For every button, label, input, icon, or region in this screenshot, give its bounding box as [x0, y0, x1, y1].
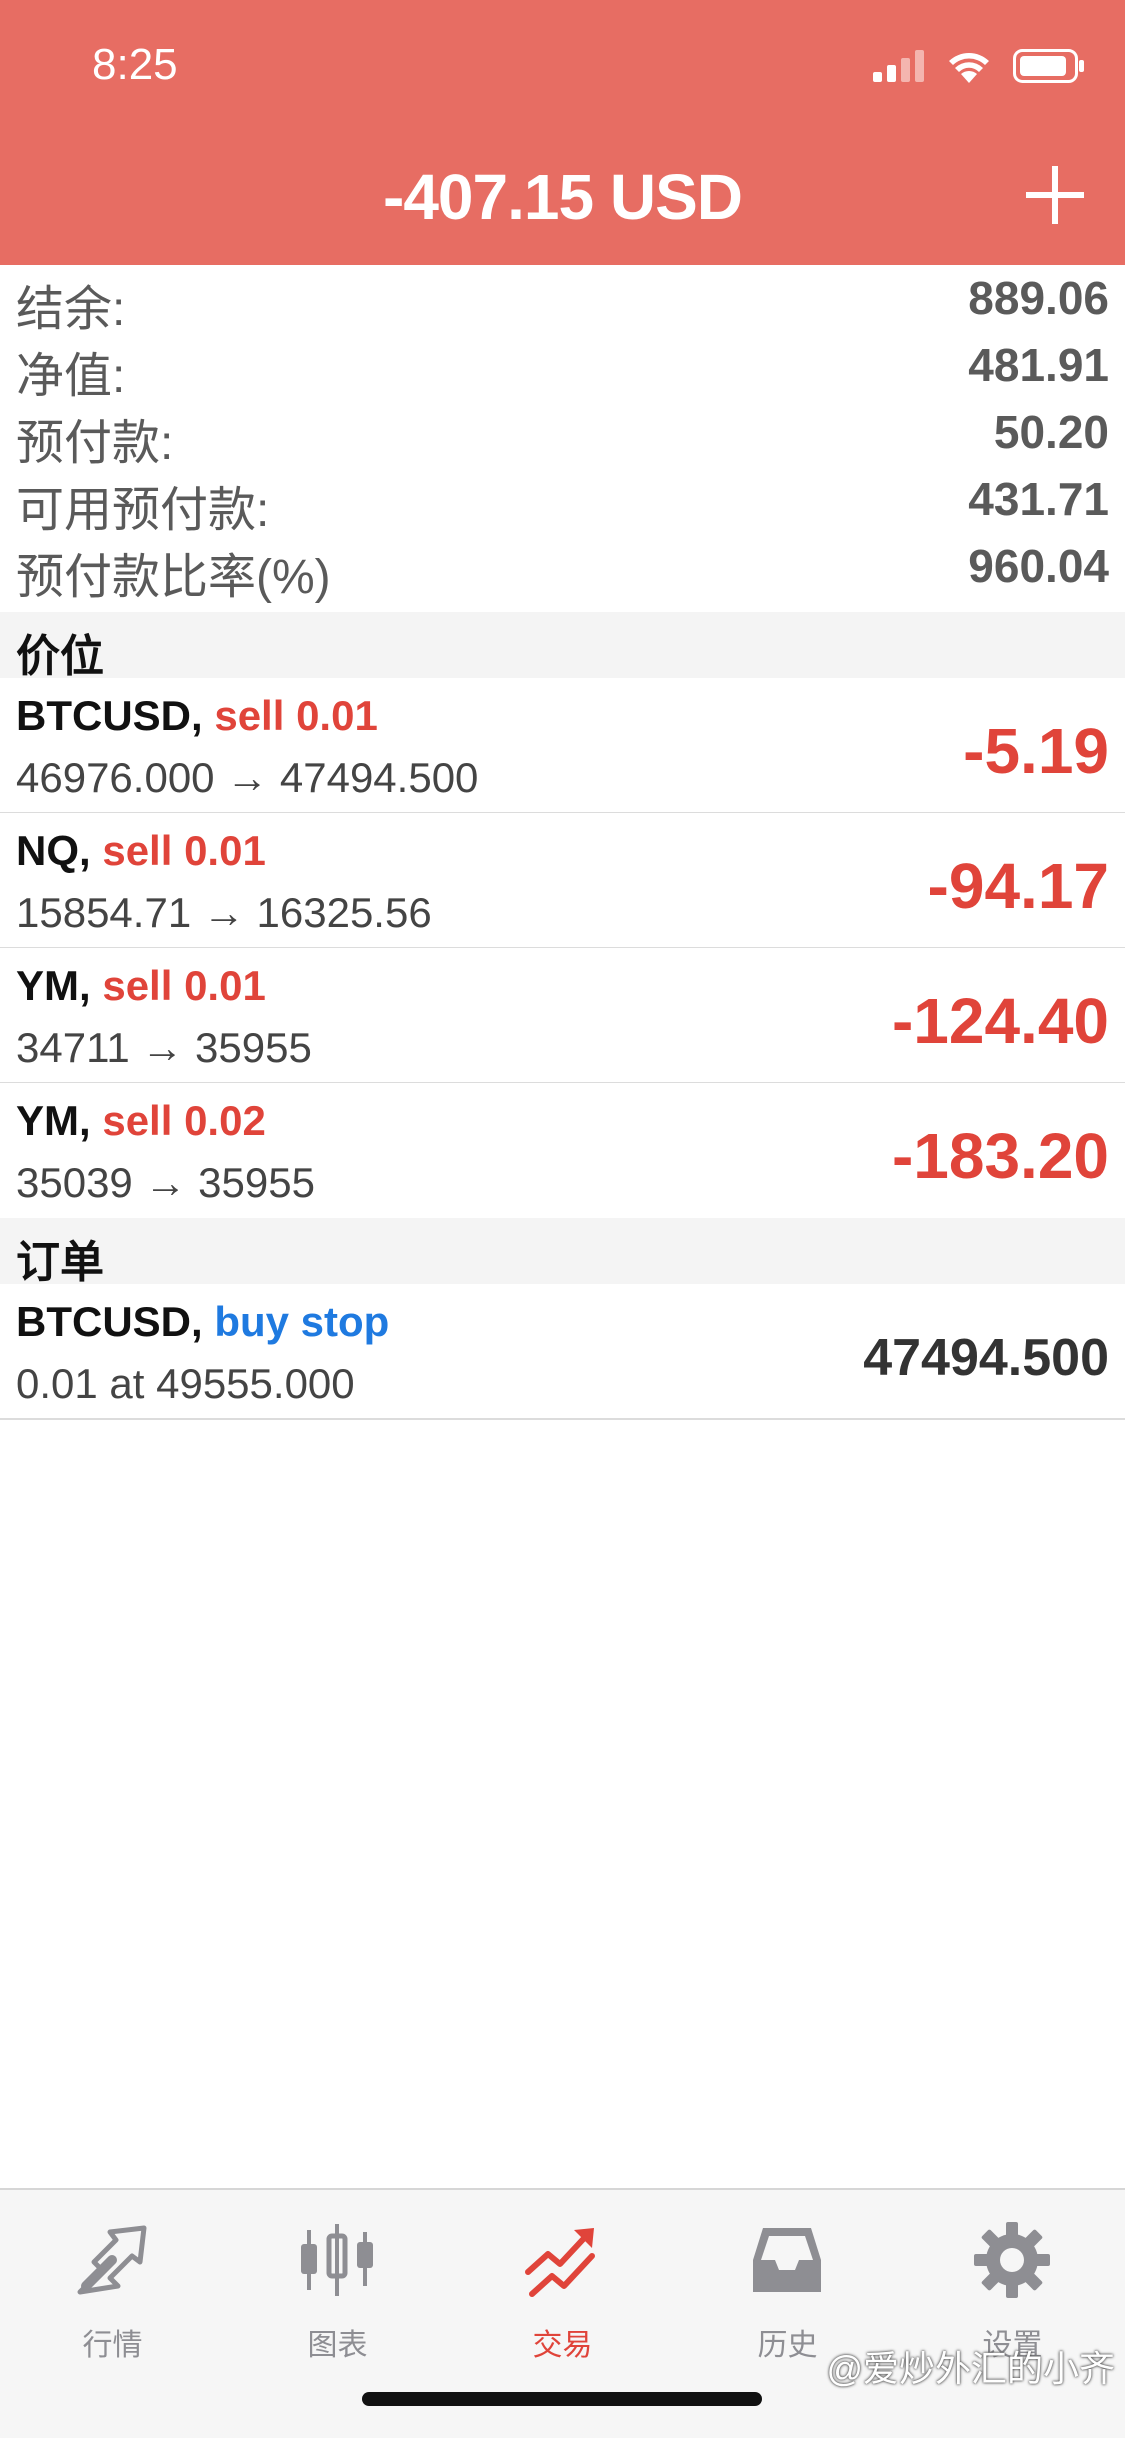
account-summary: 结余: 889.06 净值: 481.91 预付款: 50.20 可用预付款: … [0, 265, 1125, 612]
position-side: sell 0.01 [102, 962, 266, 1009]
position-profit: -124.40 [891, 985, 1109, 1057]
section-title: 订单 [16, 1238, 104, 1287]
summary-label: 预付款: [16, 417, 174, 470]
position-side: sell 0.02 [102, 1097, 266, 1144]
position-profit: -183.20 [891, 1120, 1109, 1192]
summary-label: 结余: [16, 283, 126, 336]
position-row[interactable]: YM, sell 0.01 34711 → 35955 -124.40 [0, 948, 1125, 1084]
gear-icon [974, 2222, 1050, 2298]
trade-chart-icon [525, 2228, 595, 2297]
position-symbol: BTCUSD, [16, 692, 203, 739]
floating-balance: -407.15 USD [383, 161, 743, 233]
summary-value: 431.71 [968, 473, 1109, 525]
summary-value: 889.06 [968, 272, 1109, 324]
plus-icon [1026, 166, 1084, 224]
tab-label: 行情 [82, 2329, 143, 2362]
position-prices: 46976.000 → 47494.500 [16, 754, 479, 801]
position-symbol: NQ, [16, 827, 91, 874]
summary-label: 可用预付款: [16, 484, 270, 537]
summary-label: 预付款比率(%) [16, 551, 331, 604]
summary-value: 481.91 [968, 339, 1109, 391]
positions-section-header: 价位 [0, 612, 1125, 681]
summary-label: 净值: [16, 350, 126, 403]
watermark: @爱炒外汇的小齐 [826, 2348, 1115, 2389]
orders-section-header: 订单 [0, 1218, 1125, 1287]
home-indicator[interactable] [362, 2392, 762, 2406]
position-row[interactable]: BTCUSD, sell 0.01 46976.000 → 47494.500 … [0, 678, 1125, 814]
order-symbol: BTCUSD, [16, 1298, 203, 1345]
position-side: sell 0.01 [214, 692, 378, 739]
position-prices: 15854.71 → 16325.56 [16, 889, 432, 936]
summary-value: 50.20 [993, 406, 1109, 458]
battery-icon [1013, 49, 1084, 83]
order-details: 0.01 at 49555.000 [16, 1360, 355, 1407]
summary-row-margin-level: 预付款比率(%) 960.04 [0, 533, 1125, 604]
status-time: 8:25 [92, 40, 178, 89]
position-prices: 34711 → 35955 [16, 1024, 312, 1071]
summary-row-equity: 净值: 481.91 [0, 332, 1125, 403]
cellular-signal-icon [873, 50, 924, 82]
tab-trade[interactable]: 交易 [450, 2210, 675, 2370]
position-row[interactable]: YM, sell 0.02 35039 → 35955 -183.20 [0, 1083, 1125, 1217]
candlestick-icon [301, 2224, 373, 2296]
app-header: 8:25 -407.15 USD [0, 0, 1125, 265]
summary-row-free-margin: 可用预付款: 431.71 [0, 466, 1125, 537]
position-side: sell 0.01 [102, 827, 266, 874]
position-symbol: YM, [16, 1097, 91, 1144]
add-order-button[interactable] [1020, 160, 1090, 230]
quotes-arrow-icon [77, 2225, 147, 2295]
wifi-icon [949, 53, 989, 83]
status-icons [873, 46, 1085, 86]
summary-row-margin: 预付款: 50.20 [0, 399, 1125, 470]
position-profit: -94.17 [927, 850, 1109, 922]
tab-label: 图表 [307, 2329, 368, 2362]
summary-value: 960.04 [968, 540, 1109, 592]
order-row[interactable]: BTCUSD, buy stop 0.01 at 49555.000 47494… [0, 1284, 1125, 1420]
section-title: 价位 [16, 632, 104, 681]
position-prices: 35039 → 35955 [16, 1159, 315, 1206]
position-profit: -5.19 [963, 715, 1109, 787]
order-type: buy stop [214, 1298, 390, 1345]
inbox-tray-icon [753, 2228, 821, 2292]
tab-quotes[interactable]: 行情 [0, 2210, 225, 2370]
tab-charts[interactable]: 图表 [225, 2210, 450, 2370]
position-symbol: YM, [16, 962, 91, 1009]
order-current-price: 47494.500 [863, 1329, 1109, 1387]
summary-row-balance: 结余: 889.06 [0, 265, 1125, 336]
position-row[interactable]: NQ, sell 0.01 15854.71 → 16325.56 -94.17 [0, 813, 1125, 949]
tab-label: 交易 [532, 2329, 593, 2362]
